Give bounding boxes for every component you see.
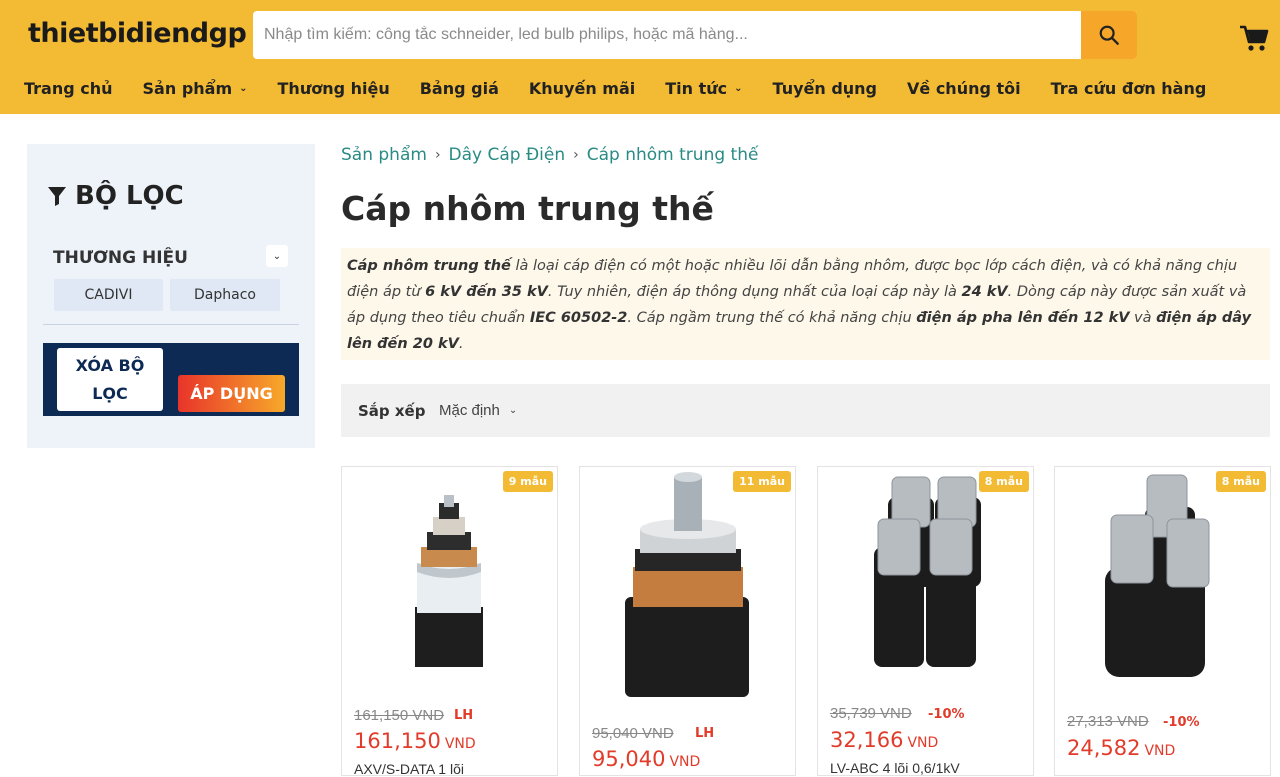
original-price: 27,313 VND — [1067, 713, 1149, 730]
filter-title: BỘ LỌC — [75, 181, 184, 211]
breadcrumb: Sản phẩm › Dây Cáp Điện › Cáp nhôm trung… — [341, 145, 758, 165]
filter-actions: XÓA BỘ LỌC ÁP DỤNG — [43, 343, 299, 416]
nav-label: Tuyển dụng — [772, 78, 878, 98]
desc-text: . Tuy nhiên, điện áp thông dụng nhất của… — [547, 284, 962, 300]
site-header: thietbidiendgp Trang chủ Sản phẩm ⌄ Thươn… — [0, 0, 1280, 114]
nav-item-promotions[interactable]: Khuyến mãi — [529, 79, 635, 98]
search-input[interactable] — [253, 11, 1081, 59]
filter-icon — [48, 187, 66, 206]
nav-label: Sản phẩm — [142, 78, 233, 98]
sort-label: Sắp xếp — [358, 402, 426, 420]
breadcrumb-current[interactable]: Cáp nhôm trung thế — [587, 145, 759, 165]
chevron-down-icon: ⌄ — [272, 250, 282, 262]
discount-tag: -10% — [928, 707, 965, 722]
price-value: 95,040 — [592, 747, 666, 771]
breadcrumb-separator-icon: › — [573, 147, 579, 163]
chevron-down-icon: ⌄ — [239, 82, 248, 94]
sale-price: 95,040 VND — [592, 747, 700, 771]
nav-item-news[interactable]: Tin tức ⌄ — [665, 79, 742, 98]
nav-label: Tra cứu đơn hàng — [1050, 78, 1207, 98]
currency: VND — [444, 736, 476, 752]
nav-item-price-list[interactable]: Bảng giá — [420, 79, 499, 98]
cable-single-core-image — [415, 495, 483, 667]
product-card[interactable]: 11 mẫu 95,040 VND LH 95,040 VND — [579, 466, 796, 776]
price-tag: LH — [454, 708, 474, 723]
nav-item-order-lookup[interactable]: Tra cứu đơn hàng — [1051, 79, 1207, 98]
nav-label: Bảng giá — [419, 78, 499, 98]
breadcrumb-cables[interactable]: Dây Cáp Điện — [449, 145, 566, 165]
nav-item-home[interactable]: Trang chủ — [24, 79, 113, 98]
original-price: 161,150 VND — [354, 707, 445, 724]
price-tag: LH — [695, 726, 715, 741]
apply-filter-button[interactable]: ÁP DỤNG — [178, 375, 285, 412]
desc-bold: IEC 60502-2 — [529, 310, 628, 326]
price-value: 24,582 — [1067, 736, 1141, 760]
nav-label: Thương hiệu — [277, 78, 390, 98]
desc-text: và — [1129, 310, 1157, 326]
brand-chip-cadivi[interactable]: CADIVI — [54, 279, 163, 311]
nav-item-brands[interactable]: Thương hiệu — [278, 79, 390, 98]
cable-four-core-image — [874, 476, 981, 667]
nav-item-about[interactable]: Về chúng tôi — [907, 79, 1021, 98]
sale-price: 32,166 VND — [830, 728, 938, 752]
breadcrumb-separator-icon: › — [434, 147, 441, 163]
site-logo[interactable]: thietbidiendgp — [28, 18, 247, 49]
original-price: 35,739 VND — [830, 705, 912, 722]
page-title: Cáp nhôm trung thế — [341, 189, 714, 228]
variant-count-badge: 8 mẫu — [1215, 471, 1266, 492]
search-box — [253, 11, 1137, 59]
cart-icon[interactable] — [1238, 22, 1270, 54]
desc-bold: điện áp pha lên đến 12 kV — [916, 310, 1130, 326]
search-button[interactable] — [1081, 11, 1137, 59]
nav-label: Về chúng tôi — [907, 78, 1021, 98]
search-icon — [1099, 25, 1119, 45]
sort-value: Mặc định — [439, 402, 500, 419]
clear-label-line2: LỌC — [92, 383, 128, 403]
desc-bold: 24 kV — [961, 284, 1008, 300]
clear-label-line1: XÓA BỘ — [75, 355, 145, 375]
filter-sidebar: BỘ LỌC THƯƠNG HIỆU ⌄ CADIVI Daphaco XÓA … — [27, 144, 315, 448]
desc-text: . — [458, 336, 464, 352]
original-price: 95,040 VND — [592, 725, 674, 742]
nav-label: Tin tức — [665, 78, 728, 98]
cable-three-core-image — [1105, 474, 1210, 677]
filter-heading: BỘ LỌC — [47, 181, 184, 211]
currency: VND — [907, 735, 939, 751]
breadcrumb-products[interactable]: Sản phẩm — [341, 145, 427, 165]
nav-item-careers[interactable]: Tuyển dụng — [773, 79, 877, 98]
variant-count-badge: 8 mẫu — [978, 471, 1029, 492]
divider — [43, 324, 299, 325]
product-name[interactable]: LV-ABC 4 lõi 0,6/1kV — [830, 760, 960, 776]
price-value: 32,166 — [830, 728, 904, 752]
nav-label: Trang chủ — [24, 78, 113, 98]
variant-count-badge: 11 mẫu — [733, 471, 791, 492]
variant-count-badge: 9 mẫu — [502, 471, 553, 492]
sort-select[interactable]: Mặc định ⌄ — [439, 402, 517, 419]
sort-bar: Sắp xếp Mặc định ⌄ — [341, 384, 1270, 437]
sale-price: 24,582 VND — [1067, 736, 1175, 760]
desc-bold: Cáp nhôm trung thế — [347, 258, 511, 274]
sale-price: 161,150 VND — [354, 729, 476, 753]
nav-item-products[interactable]: Sản phẩm ⌄ — [143, 79, 248, 98]
desc-bold: 6 kV đến 35 kV — [425, 284, 548, 300]
clear-filter-button[interactable]: XÓA BỘ LỌC — [57, 348, 163, 411]
chevron-down-icon: ⌄ — [508, 405, 518, 416]
category-description: Cáp nhôm trung thế là loại cáp điện có m… — [341, 248, 1270, 360]
nav-label: Khuyến mãi — [528, 78, 636, 98]
main-nav: Trang chủ Sản phẩm ⌄ Thương hiệu Bảng giá… — [24, 74, 1236, 102]
price-value: 161,150 — [354, 729, 441, 753]
cable-medium-voltage-image — [625, 472, 749, 697]
discount-tag: -10% — [1163, 715, 1200, 730]
brand-chip-daphaco[interactable]: Daphaco — [170, 279, 280, 311]
product-card[interactable]: 8 mẫu 35,739 VND -10% 32,166 VND LV-ABC 4… — [817, 466, 1034, 776]
brand-collapse-toggle[interactable]: ⌄ — [266, 245, 288, 267]
product-card[interactable]: 8 mẫu 27,313 VND -10% 24,582 VND — [1054, 466, 1271, 776]
product-card[interactable]: 9 mẫu 161,150 VND LH 161,150 VND AXV/S-DA… — [341, 466, 558, 777]
desc-text: . Cáp ngầm trung thế có khả năng chịu — [627, 310, 917, 326]
brand-heading: THƯƠNG HIỆU — [53, 248, 188, 268]
chevron-down-icon: ⌄ — [734, 82, 743, 94]
product-name[interactable]: AXV/S-DATA 1 lõi — [354, 761, 464, 777]
currency: VND — [1144, 743, 1176, 759]
